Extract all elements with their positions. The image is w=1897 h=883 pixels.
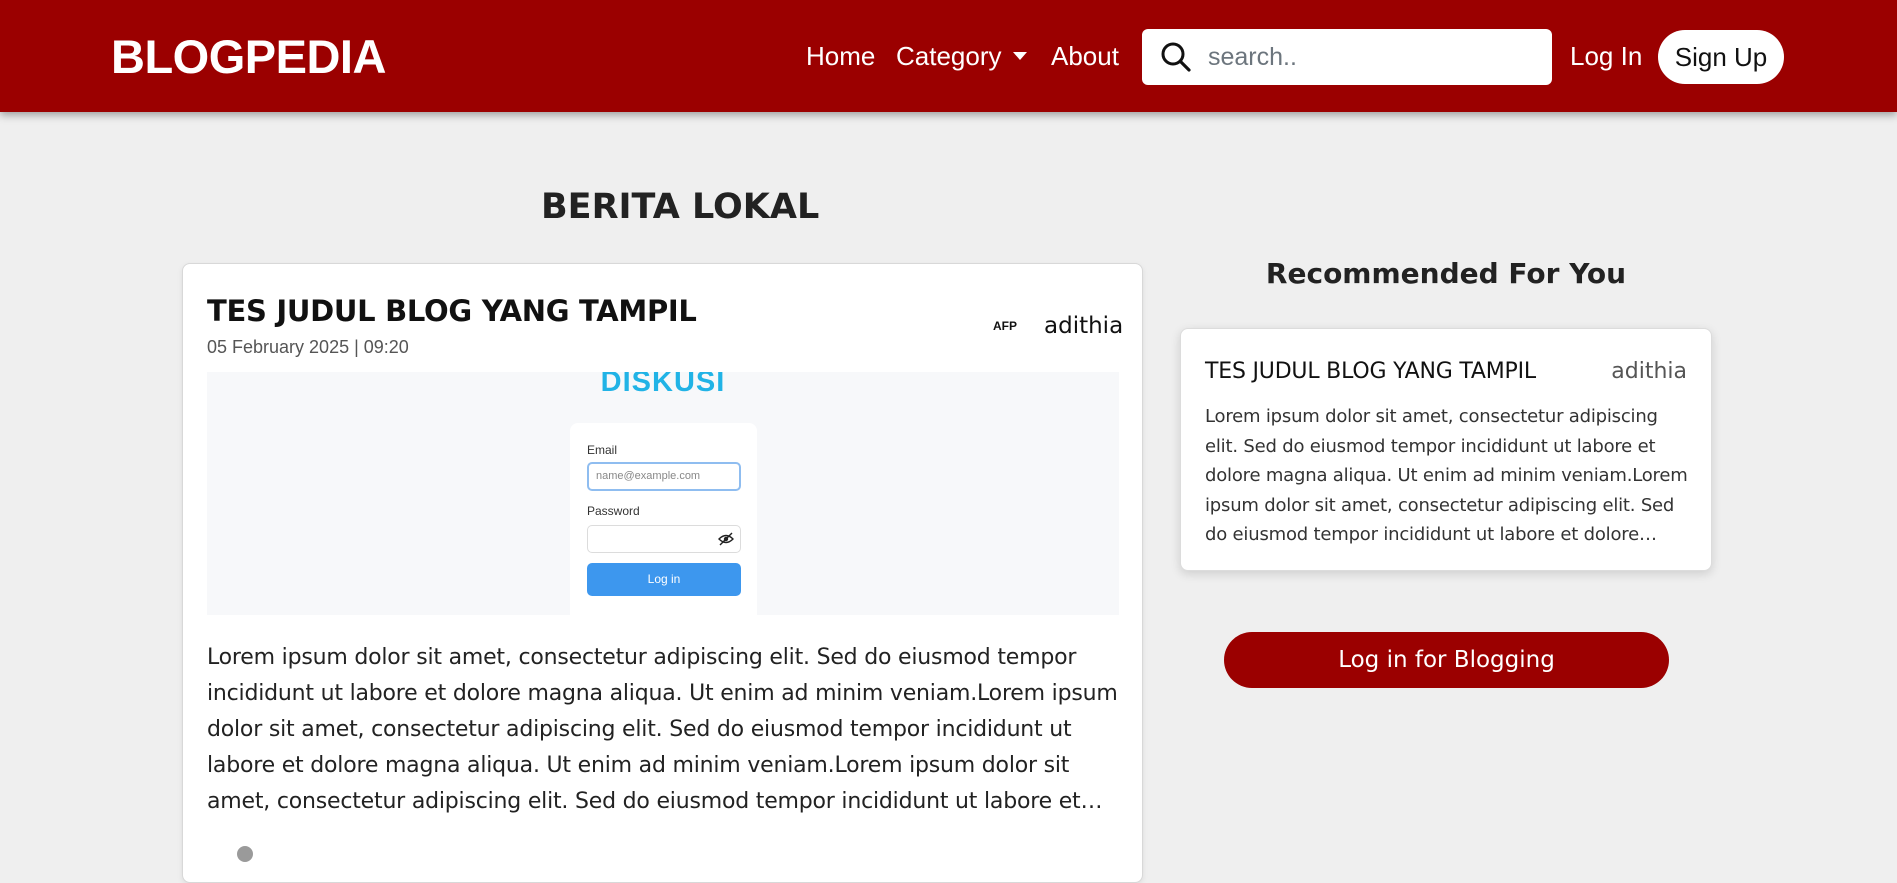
caret-down-icon[interactable]: [1013, 52, 1027, 60]
recommended-title: Recommended For You: [1265, 257, 1627, 290]
login-for-blogging-button[interactable]: Log in for Blogging: [1224, 632, 1669, 688]
thumbnail-heading: DISKUSI: [600, 372, 726, 398]
author-avatar-icon: [237, 846, 253, 862]
nav-home-link[interactable]: Home: [806, 38, 875, 74]
post-author: adithia: [1044, 313, 1124, 339]
thumbnail-password-label: Password: [587, 504, 640, 518]
section-title: BERITA LOKAL: [541, 187, 820, 227]
thumbnail-email-field: name@example.com: [587, 462, 741, 491]
thumbnail-email-label: Email: [587, 443, 618, 457]
top-navbar: BLOGPEDIA Home Category About Log In Sig…: [0, 0, 1897, 112]
nav-about-link[interactable]: About: [1051, 38, 1119, 74]
search-icon[interactable]: [1160, 41, 1192, 73]
recommended-post-card[interactable]: TES JUDUL BLOG YANG TAMPIL adithia Lorem…: [1180, 328, 1712, 571]
search-input[interactable]: [1206, 37, 1536, 77]
post-thumbnail: DISKUSI Email name@example.com Password …: [207, 372, 1119, 615]
nav-category-dropdown[interactable]: Category: [896, 38, 1002, 74]
thumbnail-password-field: [587, 525, 741, 553]
eye-slash-icon: [718, 532, 734, 546]
search-box: [1142, 29, 1552, 85]
thumbnail-login-button: Log in: [587, 563, 741, 596]
recommended-post-author: adithia: [1611, 359, 1687, 384]
signup-button[interactable]: Sign Up: [1658, 30, 1784, 84]
post-source-badge: AFP: [993, 319, 1017, 333]
recommended-post-excerpt: Lorem ipsum dolor sit amet, consectetur …: [1205, 406, 1688, 545]
thumbnail-login-form: Email name@example.com Password Log in: [570, 423, 757, 615]
post-title[interactable]: TES JUDUL BLOG YANG TAMPIL: [207, 291, 697, 331]
post-date: 05 February 2025 | 09:20: [207, 337, 409, 357]
login-link[interactable]: Log In: [1570, 38, 1642, 74]
brand-logo[interactable]: BLOGPEDIA: [111, 28, 386, 86]
post-card[interactable]: TES JUDUL BLOG YANG TAMPIL 05 February 2…: [182, 263, 1143, 883]
post-excerpt: Lorem ipsum dolor sit amet, consectetur …: [207, 645, 1118, 814]
recommended-post-title[interactable]: TES JUDUL BLOG YANG TAMPIL: [1205, 357, 1536, 387]
